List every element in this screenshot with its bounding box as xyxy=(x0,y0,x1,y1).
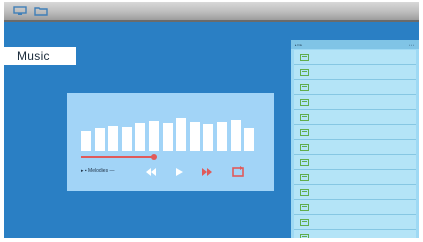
file-icon xyxy=(300,174,309,181)
playlist-panel: ▸ File • • • xyxy=(291,40,419,238)
file-icon xyxy=(300,114,309,121)
playlist-item[interactable] xyxy=(294,170,416,185)
page-title: Music xyxy=(4,47,76,65)
playlist-item[interactable] xyxy=(294,215,416,230)
playlist-item[interactable] xyxy=(294,80,416,95)
play-icon[interactable] xyxy=(172,165,186,179)
repeat-icon[interactable] xyxy=(231,165,245,179)
monitor-icon[interactable] xyxy=(13,6,27,16)
equalizer-bar xyxy=(217,122,227,151)
equalizer-bar xyxy=(81,131,91,151)
file-icon xyxy=(300,84,309,91)
equalizer-bar xyxy=(108,126,119,151)
playlist-item[interactable] xyxy=(294,125,416,140)
equalizer-bar xyxy=(94,128,105,151)
file-icon xyxy=(300,129,309,136)
screen-bezel: Music ▸ ▪ Melodies — ▸ File • • • xyxy=(0,0,423,242)
playlist-item[interactable] xyxy=(294,140,416,155)
file-icon xyxy=(300,159,309,166)
fast-forward-icon[interactable] xyxy=(200,165,214,179)
playlist-item[interactable] xyxy=(294,185,416,200)
progress-bar[interactable] xyxy=(81,156,154,158)
file-icon xyxy=(300,204,309,211)
equalizer-bar xyxy=(149,121,159,151)
playlist-item[interactable] xyxy=(294,200,416,215)
equalizer-bar xyxy=(135,123,146,151)
equalizer-bar xyxy=(230,120,241,151)
file-icon xyxy=(300,54,309,61)
equalizer-bar xyxy=(244,128,255,151)
previous-icon[interactable] xyxy=(144,165,158,179)
playlist-item[interactable] xyxy=(294,50,416,65)
equalizer-bar xyxy=(189,122,200,151)
equalizer-bar xyxy=(203,124,214,151)
file-icon xyxy=(300,234,309,238)
playlist-header: ▸ File • • • xyxy=(291,40,419,49)
playlist-item[interactable] xyxy=(294,95,416,110)
playlist-item[interactable] xyxy=(294,230,416,238)
equalizer-bar xyxy=(162,123,173,151)
music-screen: Music ▸ ▪ Melodies — ▸ File • • • xyxy=(4,2,419,238)
music-player: ▸ ▪ Melodies — xyxy=(67,93,274,191)
playlist-item[interactable] xyxy=(294,155,416,170)
playlist-item[interactable] xyxy=(294,110,416,125)
playlist-item[interactable] xyxy=(294,65,416,80)
equalizer-bar xyxy=(176,118,187,151)
top-bar xyxy=(4,2,419,22)
playlist-header-label: ▸ File xyxy=(295,43,303,47)
track-name: ▸ ▪ Melodies — xyxy=(81,168,115,174)
playlist-header-menu[interactable]: • • • xyxy=(409,43,414,47)
file-icon xyxy=(300,219,309,226)
file-icon xyxy=(300,69,309,76)
file-icon xyxy=(300,144,309,151)
file-icon xyxy=(300,189,309,196)
file-icon xyxy=(300,99,309,106)
folder-icon[interactable] xyxy=(34,6,48,16)
equalizer xyxy=(81,115,261,151)
equalizer-bar xyxy=(121,127,132,151)
progress-handle[interactable] xyxy=(151,154,157,160)
